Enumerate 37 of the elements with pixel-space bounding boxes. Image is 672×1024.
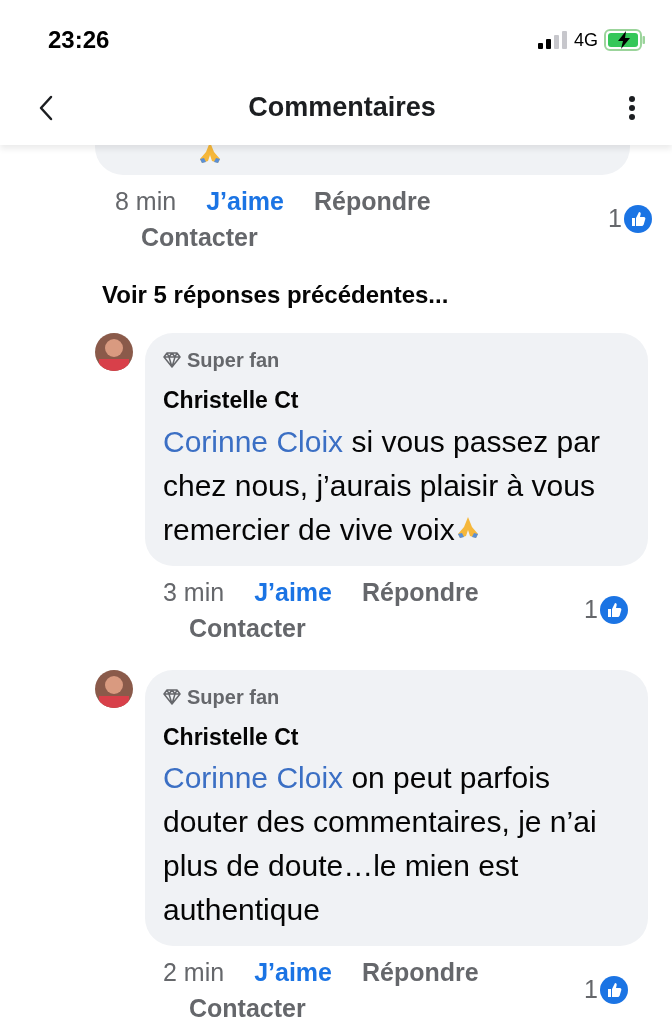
mention-link[interactable]: Corinne Cloix xyxy=(163,424,344,458)
like-link[interactable]: J’aime xyxy=(206,183,284,219)
like-link[interactable]: J’aime xyxy=(254,954,332,990)
avatar xyxy=(95,669,133,708)
mention-link[interactable]: Corinne Cloix xyxy=(163,761,344,794)
reply-link[interactable]: Répondre xyxy=(362,573,479,610)
reply-link[interactable]: Répondre xyxy=(362,954,479,990)
comment-text: Corinne Cloix si vous passez par chez nous, j’aurais plaisir à vous remercier de vive voix xyxy=(163,423,601,548)
avatar xyxy=(95,333,133,371)
previous-replies-link[interactable]: Voir 5 réponses précédentes... xyxy=(102,281,449,308)
badge-label: Super fan xyxy=(187,348,280,373)
comment-text: Corinne Cloix on peut parfois douter des commentaires, je n’ai plus de doute…le mien est authentique xyxy=(163,760,598,928)
like-icon xyxy=(600,976,628,1004)
like-icon xyxy=(600,595,628,624)
like-count: 1 xyxy=(608,203,622,235)
like-link[interactable]: J’aime xyxy=(254,573,332,610)
contact-link[interactable]: Contacter xyxy=(189,609,306,646)
diamond-icon xyxy=(163,352,181,368)
like-count: 1 xyxy=(584,593,598,625)
contact-link[interactable]: Contacter xyxy=(141,219,258,255)
signal-icon xyxy=(538,31,568,49)
like-icon xyxy=(624,205,652,233)
contact-link[interactable]: Contacter xyxy=(189,990,306,1024)
more-options-icon[interactable] xyxy=(628,94,636,121)
timestamp: 8 min xyxy=(115,186,177,217)
badge-label: Super fan xyxy=(187,684,280,710)
battery-icon xyxy=(604,29,646,51)
reply-link[interactable]: Répondre xyxy=(314,183,431,219)
author-name[interactable]: Christelle Ct xyxy=(163,387,299,413)
like-count: 1 xyxy=(584,974,598,1006)
timestamp: 2 min xyxy=(163,957,225,988)
timestamp: 3 min xyxy=(163,576,225,608)
network-label: 4G xyxy=(574,28,598,52)
author-name[interactable]: Christelle Ct xyxy=(163,723,299,750)
diamond-icon xyxy=(163,688,181,705)
page-title: Commentaires xyxy=(248,91,436,125)
clock: 23:26 xyxy=(48,25,110,55)
